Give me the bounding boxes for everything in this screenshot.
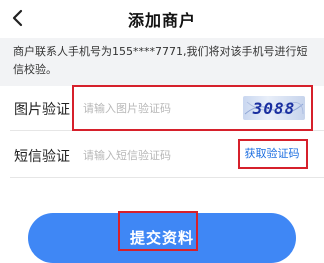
page-title: 添加商户 bbox=[127, 11, 196, 30]
row-divider bbox=[10, 177, 324, 178]
submit-button[interactable]: 提交资料 bbox=[28, 213, 296, 263]
captcha-image[interactable]: 3088 bbox=[243, 96, 305, 120]
sms-verification-notice: 商户联系人手机号为155****7771,我们将对该手机号进行短信校验。 bbox=[0, 38, 324, 86]
image-captcha-input[interactable] bbox=[83, 100, 233, 116]
image-captcha-row: 图片验证 3088 bbox=[0, 86, 324, 131]
image-captcha-label: 图片验证 bbox=[14, 102, 70, 118]
get-sms-code-button[interactable]: 获取验证码 bbox=[238, 141, 306, 167]
sms-code-input[interactable] bbox=[83, 147, 228, 163]
submit-button-label: 提交资料 bbox=[129, 229, 194, 247]
navigation-bar: 添加商户 bbox=[0, 0, 324, 38]
sms-code-row: 短信验证 获取验证码 bbox=[0, 131, 324, 178]
sms-code-label: 短信验证 bbox=[14, 149, 70, 165]
notice-text: 商户联系人手机号为155****7771,我们将对该手机号进行短信校验。 bbox=[13, 45, 308, 76]
captcha-code: 3088 bbox=[252, 99, 296, 118]
